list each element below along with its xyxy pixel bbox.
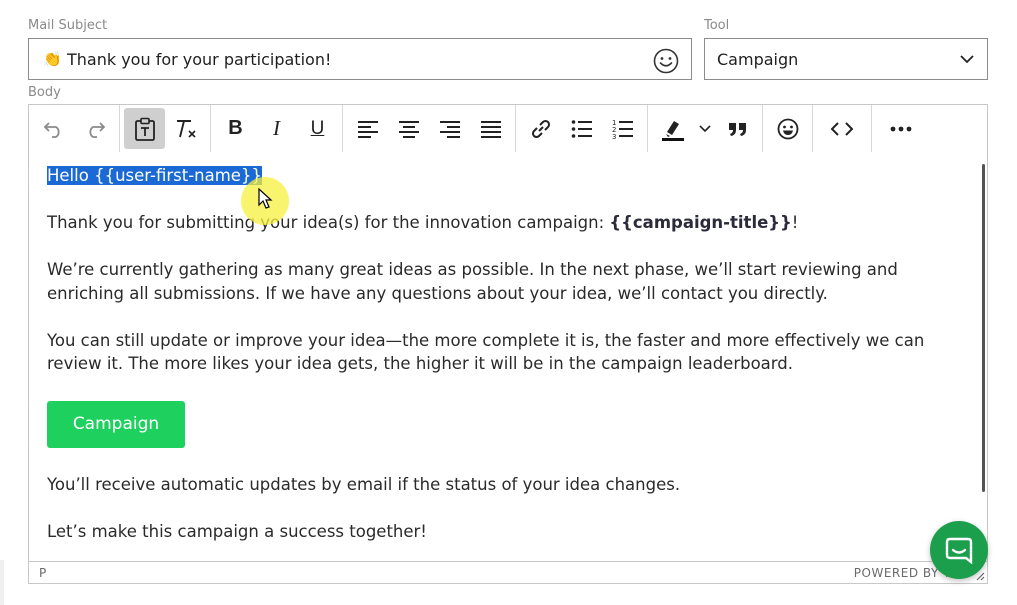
svg-text:3: 3 [612, 133, 616, 140]
undo-button[interactable] [33, 108, 74, 149]
bullet-list-button[interactable] [561, 108, 602, 149]
clear-formatting-button[interactable] [165, 108, 206, 149]
highlight-dropdown-button[interactable] [693, 108, 717, 149]
edge-shadow [0, 560, 4, 605]
align-right-button[interactable] [429, 108, 470, 149]
selected-greeting: Hello {{user-first-name}} [47, 166, 262, 185]
element-path[interactable]: P [39, 566, 46, 580]
source-code-button[interactable] [817, 108, 867, 149]
bullet-list-icon [571, 119, 592, 138]
editor-statusbar: P POWERED BY TI [28, 561, 988, 584]
tool-label: Tool [704, 18, 730, 33]
chat-launcher-button[interactable] [930, 521, 988, 579]
align-left-icon [357, 120, 378, 138]
subject-value: Thank you for your participation! [67, 49, 332, 69]
highlight-color-button[interactable] [652, 108, 693, 149]
highlighter-icon [661, 120, 684, 141]
tool-select[interactable]: Campaign [704, 38, 988, 80]
align-center-button[interactable] [388, 108, 429, 149]
text-style-group: B I U [211, 105, 343, 152]
body-label: Body [28, 85, 61, 100]
thanks-text: Thank you for submitting your idea(s) fo… [47, 213, 610, 232]
campaign-title-tag: {{campaign-title}} [609, 213, 792, 232]
undo-icon [43, 121, 60, 138]
clapping-emoji: 👏 [43, 50, 62, 68]
mouse-cursor-icon [258, 188, 273, 209]
link-icon [531, 119, 550, 138]
editor-toolbar: B I U 1 2 3 [28, 104, 988, 153]
updates-paragraph: You’ll receive automatic updates by emai… [47, 475, 681, 494]
bold-icon: B [228, 117, 243, 139]
subject-label: Mail Subject [28, 18, 108, 33]
emoji-picker-icon[interactable] [653, 48, 679, 74]
subject-input[interactable]: 👏 Thank you for your participation! [28, 38, 692, 80]
blockquote-icon [728, 122, 746, 136]
clear-formatting-icon [176, 119, 196, 138]
more-button[interactable] [876, 108, 926, 149]
bold-button[interactable]: B [215, 108, 256, 149]
tool-value: Campaign [717, 49, 799, 69]
justify-button[interactable] [470, 108, 511, 149]
numbered-list-button[interactable]: 1 2 3 [602, 108, 643, 149]
emoticon-group [763, 105, 813, 152]
align-right-icon [439, 120, 460, 138]
gathering-paragraph: We’re currently gathering as many great … [47, 260, 898, 303]
alignment-group [343, 105, 516, 152]
emoticons-button[interactable] [767, 108, 808, 149]
redo-button[interactable] [74, 108, 115, 149]
email-content[interactable]: Hello {{user-first-name}} Thank you for … [47, 164, 947, 567]
chat-bubble-icon [945, 537, 973, 564]
underline-icon: U [310, 117, 325, 139]
code-group [813, 105, 872, 152]
numbered-list-icon: 1 2 3 [612, 119, 633, 140]
chevron-down-icon [699, 124, 711, 132]
history-group [29, 105, 120, 152]
align-center-icon [398, 120, 419, 138]
italic-button[interactable]: I [256, 108, 297, 149]
paste-as-text-button[interactable] [124, 108, 165, 149]
closing-paragraph: Let’s make this campaign a success toget… [47, 522, 427, 541]
underline-button[interactable]: U [297, 108, 338, 149]
editor-body[interactable]: Hello {{user-first-name}} Thank you for … [28, 152, 988, 562]
blockquote-button[interactable] [717, 108, 758, 149]
code-icon [831, 121, 853, 136]
paste-group [120, 105, 211, 152]
campaign-button[interactable]: Campaign [47, 401, 185, 448]
thanks-end: ! [791, 213, 799, 232]
chevron-down-icon [960, 55, 974, 64]
more-group [872, 105, 930, 152]
link-button[interactable] [520, 108, 561, 149]
justify-icon [480, 120, 501, 138]
italic-icon: I [273, 116, 280, 140]
more-dots-icon [890, 126, 912, 131]
color-group [648, 105, 763, 152]
editor-scrollbar[interactable] [982, 164, 985, 492]
redo-icon [88, 121, 105, 138]
thanks-paragraph: Thank you for submitting your idea(s) fo… [47, 211, 947, 235]
align-left-button[interactable] [347, 108, 388, 149]
update-paragraph: You can still update or improve your ide… [47, 330, 925, 374]
greeting-paragraph: Hello {{user-first-name}} [47, 164, 947, 188]
insert-group: 1 2 3 [516, 105, 648, 152]
paste-as-text-icon [134, 117, 155, 141]
emoticons-icon [777, 118, 798, 139]
